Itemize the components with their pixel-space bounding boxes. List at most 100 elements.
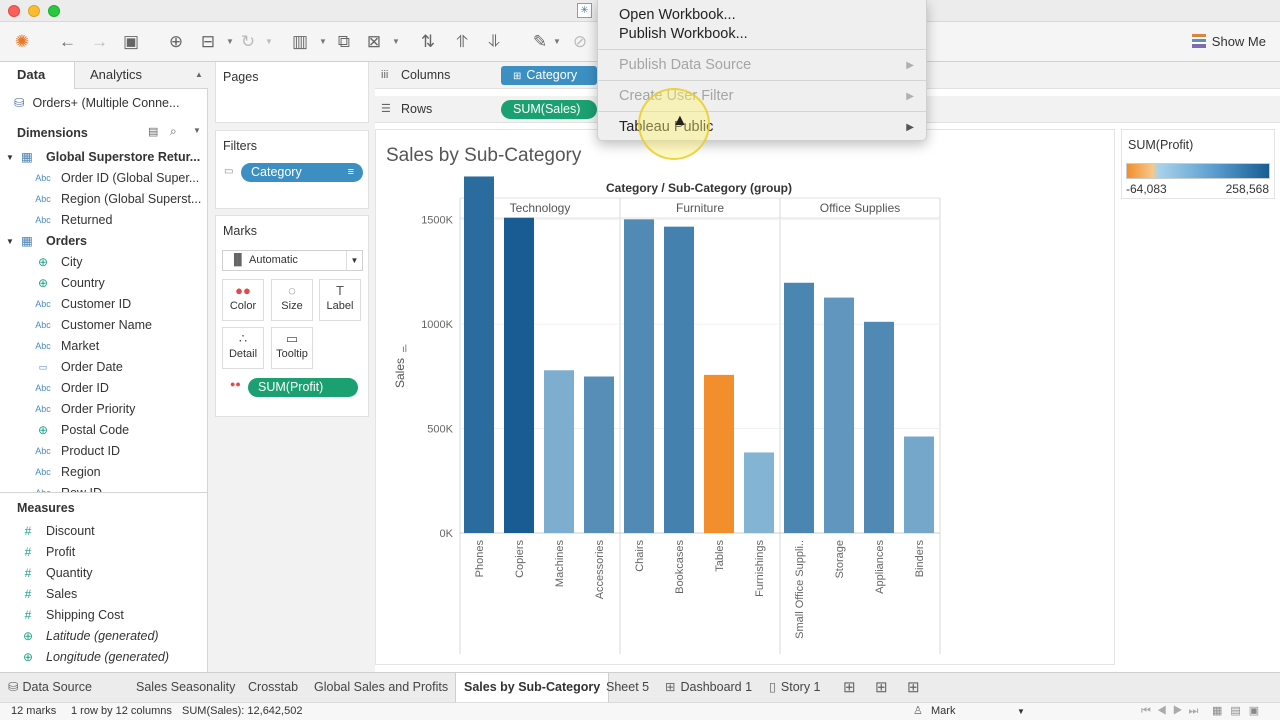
tab-analytics[interactable]: Analytics xyxy=(90,62,142,89)
label-button[interactable]: T Label xyxy=(319,279,361,321)
chevron-down-icon[interactable]: ▼ xyxy=(265,31,273,53)
chevron-down-icon[interactable]: ▼ xyxy=(6,147,14,168)
save-icon[interactable]: ▣ xyxy=(123,31,139,53)
bar[interactable] xyxy=(864,321,894,533)
zoom-window-button[interactable] xyxy=(48,5,60,17)
tab-dashboard-1[interactable]: ⊞ Dashboard 1 xyxy=(665,673,752,702)
sum-sales-row-pill[interactable]: SUM(Sales) xyxy=(501,100,597,119)
tooltip-button[interactable]: ▭ Tooltip xyxy=(271,327,313,369)
highlight-icon[interactable]: ✎ xyxy=(532,31,548,53)
show-me-button[interactable]: Show Me xyxy=(1191,31,1266,53)
new-dashboard-tab-icon[interactable]: ⊞ xyxy=(875,673,888,702)
tab-data[interactable]: Data xyxy=(0,62,75,89)
menu-publish-workbook[interactable]: Publish Workbook... xyxy=(619,26,748,42)
pane-menu-icon[interactable]: ▲ xyxy=(195,62,203,89)
chevron-down-icon[interactable]: ▼ xyxy=(226,31,234,53)
bar[interactable] xyxy=(544,370,574,533)
dimension-folder[interactable]: ▼ ▦ Orders xyxy=(0,231,207,252)
detail-button[interactable]: ∴ Detail xyxy=(222,327,264,369)
tab-sales-by-sub-category[interactable]: Sales by Sub-Category xyxy=(455,673,610,702)
tab-story-1[interactable]: ▯ Story 1 xyxy=(769,673,821,702)
tab-data-source[interactable]: ⛁ Data Source xyxy=(8,673,92,702)
chevron-down-icon[interactable]: ▼ xyxy=(553,31,561,53)
sort-descending-icon[interactable]: ⥥ xyxy=(486,31,502,53)
color-button[interactable]: ●● Color xyxy=(222,279,264,321)
chevron-down-icon[interactable]: ▼ xyxy=(193,126,201,135)
menu-publish-data-source[interactable]: Publish Data Source xyxy=(619,57,751,73)
measure-field[interactable]: ⊕ Longitude (generated) xyxy=(0,647,207,668)
minimize-window-button[interactable] xyxy=(28,5,40,17)
sort-axis-icon[interactable]: ıl xyxy=(402,344,407,355)
bar[interactable] xyxy=(584,376,614,533)
tableau-logo-icon[interactable]: ✺ xyxy=(14,31,30,53)
measure-field[interactable]: # Shipping Cost xyxy=(0,605,207,626)
search-icon[interactable]: ⌕ xyxy=(170,124,177,139)
size-button[interactable]: ◌ Size xyxy=(271,279,313,321)
sort-ascending-icon[interactable]: ⥣ xyxy=(454,31,470,53)
dimension-field[interactable]: ▭ Order Date xyxy=(0,357,207,378)
tab-global-sales-and-profits[interactable]: Global Sales and Profits xyxy=(314,673,448,702)
data-source-item[interactable]: ⛁ Orders+ (Multiple Conne... xyxy=(14,95,179,110)
pause-updates-icon[interactable]: ⊟ xyxy=(200,31,216,53)
group-members-icon[interactable]: ⊘ xyxy=(572,31,588,53)
dimension-field[interactable]: ⊕ Country xyxy=(0,273,207,294)
category-column-pill[interactable]: ⊞ Category xyxy=(501,66,597,85)
category-filter-pill[interactable]: Category ≡ xyxy=(241,163,363,182)
tab-crosstab[interactable]: Crosstab xyxy=(248,673,298,702)
view-list-icon[interactable]: ▤ xyxy=(148,125,158,138)
bar[interactable] xyxy=(504,217,534,533)
bar[interactable] xyxy=(904,436,934,533)
bar[interactable] xyxy=(744,452,774,533)
dimension-field[interactable]: ⊕ City xyxy=(0,252,207,273)
new-story-tab-icon[interactable]: ⊞ xyxy=(907,673,920,702)
undo-icon[interactable]: ← xyxy=(59,31,76,53)
dimension-field[interactable]: ⊕ Postal Code xyxy=(0,420,207,441)
refresh-icon[interactable]: ↻ xyxy=(240,31,256,53)
chevron-down-icon[interactable]: ▼ xyxy=(1017,703,1025,720)
dimension-field[interactable]: Abc Order ID (Global Super... xyxy=(0,168,207,189)
measure-field[interactable]: ⊕ Latitude (generated) xyxy=(0,626,207,647)
close-window-button[interactable] xyxy=(8,5,20,17)
dimension-field[interactable]: Abc Region (Global Superst... xyxy=(0,189,207,210)
sheet-navigation-icon[interactable]: ⏮◀▶⏭ xyxy=(1141,703,1204,720)
dimension-field[interactable]: Abc Customer ID xyxy=(0,294,207,315)
bar[interactable] xyxy=(704,374,734,533)
dimension-field[interactable]: Abc Product ID xyxy=(0,441,207,462)
menu-open-workbook[interactable]: Open Workbook... xyxy=(619,7,736,23)
dimension-field[interactable]: Abc Order Priority xyxy=(0,399,207,420)
new-worksheet-icon[interactable]: ▥ xyxy=(292,31,308,53)
new-worksheet-tab-icon[interactable]: ⊞ xyxy=(843,673,856,702)
pages-card[interactable]: Pages xyxy=(215,62,369,123)
redo-icon[interactable]: → xyxy=(91,31,108,53)
mark-type-dropdown[interactable]: ▐▌ Automatic ▼ xyxy=(222,250,363,271)
dimension-field[interactable]: Abc Region xyxy=(0,462,207,483)
bar[interactable] xyxy=(824,297,854,533)
dimension-field[interactable]: Abc Customer Name xyxy=(0,315,207,336)
bar[interactable] xyxy=(624,219,654,533)
chevron-down-icon[interactable]: ▼ xyxy=(392,31,400,53)
bar[interactable] xyxy=(784,282,814,533)
chevron-down-icon[interactable]: ▼ xyxy=(6,231,14,252)
dimension-field[interactable]: Abc Returned xyxy=(0,210,207,231)
measure-field[interactable]: # Quantity xyxy=(0,563,207,584)
measure-field[interactable]: # Discount xyxy=(0,521,207,542)
dimension-folder[interactable]: ▼ ▦ Global Superstore Retur... xyxy=(0,147,207,168)
dimension-field[interactable]: Abc Order ID xyxy=(0,378,207,399)
sum-profit-pill[interactable]: SUM(Profit) xyxy=(248,378,358,397)
chevron-down-icon[interactable]: ▼ xyxy=(319,31,327,53)
tab-sheet-5[interactable]: Sheet 5 xyxy=(606,673,649,702)
legend-gradient[interactable] xyxy=(1126,163,1270,179)
mark-selector[interactable]: Mark xyxy=(931,703,955,720)
bar[interactable] xyxy=(664,226,694,533)
dimension-field[interactable]: Abc Market xyxy=(0,336,207,357)
tab-sales-seasonality[interactable]: Sales Seasonality xyxy=(136,673,235,702)
measure-field[interactable]: # Sales xyxy=(0,584,207,605)
clear-sheet-icon[interactable]: ⊠ xyxy=(366,31,382,53)
measure-field[interactable]: # Profit xyxy=(0,542,207,563)
duplicate-sheet-icon[interactable]: ⧉ xyxy=(336,31,352,53)
filters-card[interactable]: Filters ▭ Category ≡ xyxy=(215,130,369,209)
view-mode-icon[interactable]: ▦▤▣ xyxy=(1212,703,1267,720)
new-data-source-icon[interactable]: ⊕ xyxy=(168,31,184,53)
bar[interactable] xyxy=(464,176,494,533)
swap-rows-columns-icon[interactable]: ⇅ xyxy=(420,31,436,53)
